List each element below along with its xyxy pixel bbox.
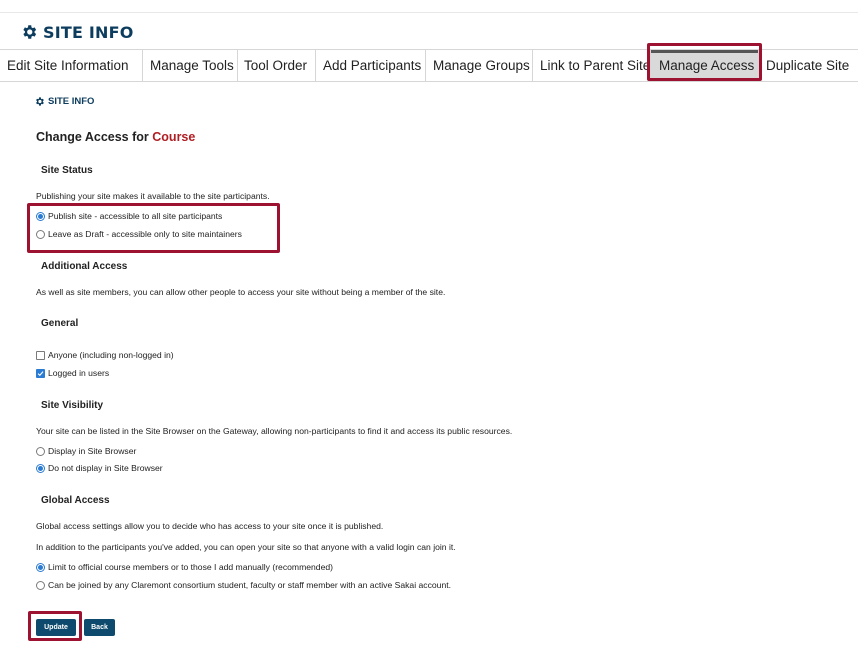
checkbox-unchecked-icon[interactable] [36,350,45,360]
global-access-description: Global access settings allow you to deci… [36,521,384,531]
radio-label: Can be joined by any Claremont consortiu… [48,580,451,590]
tab-manage-tools[interactable]: Manage Tools [143,50,238,81]
subheader: SITE INFO [34,96,94,107]
page-title-prefix: Change Access for [36,130,149,144]
radio-unselected-icon[interactable] [36,229,45,239]
section-title-general: General [41,318,79,329]
radio-label: Publish site - accessible to all site pa… [48,211,223,221]
radio-selected-icon[interactable] [36,562,45,572]
gear-icon [23,25,37,39]
checkbox-label: Anyone (including non-logged in) [48,350,174,360]
section-title-global-access: Global Access [41,495,110,506]
additional-access-description: As well as site members, you can allow o… [36,287,446,297]
top-divider [0,12,858,13]
page-title: Change Access for Course [36,130,195,144]
tab-tool-order[interactable]: Tool Order [238,50,316,81]
tab-add-participants[interactable]: Add Participants [316,50,426,81]
tab-duplicate-site[interactable]: Duplicate Site [759,50,858,81]
radio-display-in-site-browser[interactable]: Display in Site Browser [36,445,136,457]
checkbox-logged-in-users[interactable]: Logged in users [36,367,109,379]
section-title-site-visibility: Site Visibility [41,400,104,411]
radio-leave-as-draft[interactable]: Leave as Draft - accessible only to site… [36,228,242,240]
update-button[interactable]: Update [36,619,76,636]
radio-selected-icon[interactable] [36,211,45,221]
subheader-text: SITE INFO [48,96,95,107]
radio-selected-icon[interactable] [36,463,45,473]
back-button[interactable]: Back [84,619,115,636]
site-visibility-description: Your site can be listed in the Site Brow… [36,426,513,436]
checkmark-icon [37,370,44,376]
checkbox-label: Logged in users [48,368,110,378]
site-status-description: Publishing your site makes it available … [36,191,270,201]
radio-publish-site[interactable]: Publish site - accessible to all site pa… [36,210,222,222]
tool-title: SITE INFO [20,20,134,44]
radio-label: Display in Site Browser [48,446,137,456]
site-name: Course [152,130,196,144]
tool-tabs: Edit Site Information Manage Tools Tool … [0,49,858,82]
radio-do-not-display[interactable]: Do not display in Site Browser [36,462,163,474]
radio-label: Do not display in Site Browser [48,463,163,473]
tab-link-to-parent-site[interactable]: Link to Parent Site [533,50,651,81]
radio-label: Leave as Draft - accessible only to site… [48,229,242,239]
section-title-additional-access: Additional Access [41,261,128,272]
checkbox-checked-icon[interactable] [36,368,45,378]
tool-title-text: SITE INFO [43,22,134,42]
tab-manage-groups[interactable]: Manage Groups [426,50,533,81]
section-title-site-status: Site Status [41,165,93,176]
radio-unselected-icon[interactable] [36,446,45,456]
radio-unselected-icon[interactable] [36,580,45,590]
tab-manage-access[interactable]: Manage Access [651,50,759,81]
tab-edit-site-information[interactable]: Edit Site Information [0,50,143,81]
radio-joinable-by-consortium[interactable]: Can be joined by any Claremont consortiu… [36,579,451,591]
gear-icon [36,97,44,106]
checkbox-anyone[interactable]: Anyone (including non-logged in) [36,349,174,361]
radio-limit-to-official[interactable]: Limit to official course members or to t… [36,561,333,573]
radio-label: Limit to official course members or to t… [48,562,333,572]
global-access-join-description: In addition to the participants you've a… [36,542,456,552]
